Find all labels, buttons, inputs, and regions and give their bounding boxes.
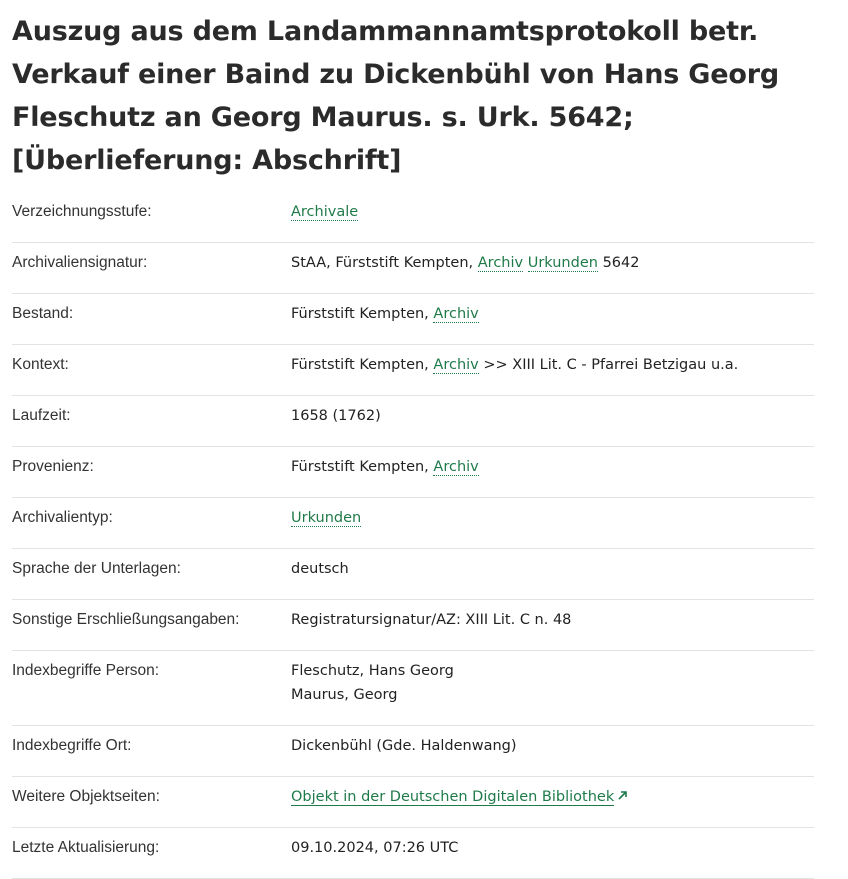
archiv-link[interactable]: Archiv <box>477 255 524 272</box>
row-value: Dickenbühl (Gde. Haldenwang) <box>291 738 517 754</box>
kontext-path: >> XIII Lit. C - Pfarrei Betzigau u.a. <box>483 357 739 373</box>
row-label: Verzeichnungsstufe: <box>12 203 152 220</box>
urkunden-link[interactable]: Urkunden <box>527 255 598 272</box>
row-letzte-aktualisierung: Letzte Aktualisierung: 09.10.2024, 07:26… <box>12 828 814 879</box>
page-title: Auszug aus dem Landammannamtsprotokoll b… <box>12 16 779 176</box>
ddb-link[interactable]: Objekt in der Deutschen Digitalen Biblio… <box>291 789 615 806</box>
person-entry: Fleschutz, Hans Georg <box>291 663 454 679</box>
row-value: Registratursignatur/AZ: XIII Lit. C n. 4… <box>291 612 572 628</box>
row-indexbegriffe-ort: Indexbegriffe Ort: Dickenbühl (Gde. Hald… <box>12 726 814 777</box>
archivale-link[interactable]: Archivale <box>291 204 359 221</box>
row-kontext: Kontext: Fürststift Kempten, Archiv >> X… <box>12 345 814 396</box>
row-value: Objekt in der Deutschen Digitalen Biblio… <box>291 785 814 827</box>
row-label: Bestand: <box>12 305 74 322</box>
row-label: Kontext: <box>12 356 69 373</box>
row-label: Laufzeit: <box>12 407 71 424</box>
row-label: Letzte Aktualisierung: <box>12 839 160 856</box>
row-label: Weitere Objektseiten: <box>12 788 160 805</box>
row-label: Indexbegriffe Ort: <box>12 737 132 754</box>
row-bestand: Bestand: Fürststift Kempten, Archiv <box>12 294 814 345</box>
row-indexbegriffe-person: Indexbegriffe Person: Fleschutz, Hans Ge… <box>12 651 814 726</box>
provenienz-prefix: Fürststift Kempten, <box>291 459 429 475</box>
row-sonstige: Sonstige Erschließungsangaben: Registrat… <box>12 600 814 651</box>
row-weitere-objektseiten: Weitere Objektseiten: Objekt in der Deut… <box>12 777 814 828</box>
row-label: Provenienz: <box>12 458 94 475</box>
row-value: Fürststift Kempten, Archiv >> XIII Lit. … <box>291 353 814 395</box>
row-value: Fürststift Kempten, Archiv <box>291 302 814 344</box>
row-sprache: Sprache der Unterlagen: deutsch <box>12 549 814 600</box>
row-value: Fleschutz, Hans Georg Maurus, Georg <box>291 659 814 725</box>
row-label: Sonstige Erschließungsangaben: <box>12 611 240 628</box>
row-value: Archivale <box>291 200 814 242</box>
archiv-link[interactable]: Archiv <box>433 357 479 374</box>
row-value: deutsch <box>291 561 349 577</box>
kontext-prefix: Fürststift Kempten, <box>291 357 429 373</box>
row-value: 1658 (1762) <box>291 408 381 424</box>
row-label: Archivaliensignatur: <box>12 254 148 271</box>
person-entry: Maurus, Georg <box>291 687 398 703</box>
row-value: StAA, Fürststift Kempten, Archiv Urkunde… <box>291 251 814 293</box>
external-link-icon <box>617 785 628 809</box>
row-archivaliensignatur: Archivaliensignatur: StAA, Fürststift Ke… <box>12 243 814 294</box>
row-label: Archivalientyp: <box>12 509 113 526</box>
row-laufzeit: Laufzeit: 1658 (1762) <box>12 396 814 447</box>
row-provenienz: Provenienz: Fürststift Kempten, Archiv <box>12 447 814 498</box>
row-label: Sprache der Unterlagen: <box>12 560 181 577</box>
row-archivalientyp: Archivalientyp: Urkunden <box>12 498 814 549</box>
signatur-number: 5642 <box>602 255 640 271</box>
signatur-prefix: StAA, Fürststift Kempten, <box>291 255 474 271</box>
urkunden-link[interactable]: Urkunden <box>291 510 362 527</box>
archiv-link[interactable]: Archiv <box>433 306 479 323</box>
bestand-prefix: Fürststift Kempten, <box>291 306 429 322</box>
row-label: Indexbegriffe Person: <box>12 662 160 679</box>
archiv-link[interactable]: Archiv <box>433 459 479 476</box>
row-value: Urkunden <box>291 506 814 548</box>
row-value: Fürststift Kempten, Archiv <box>291 455 814 497</box>
ddb-link-label: Objekt in der Deutschen Digitalen Biblio… <box>291 789 615 805</box>
row-value: 09.10.2024, 07:26 UTC <box>291 840 459 856</box>
record-detail: Auszug aus dem Landammannamtsprotokoll b… <box>0 0 814 879</box>
row-verzeichnungsstufe: Verzeichnungsstufe: Archivale <box>12 192 814 243</box>
